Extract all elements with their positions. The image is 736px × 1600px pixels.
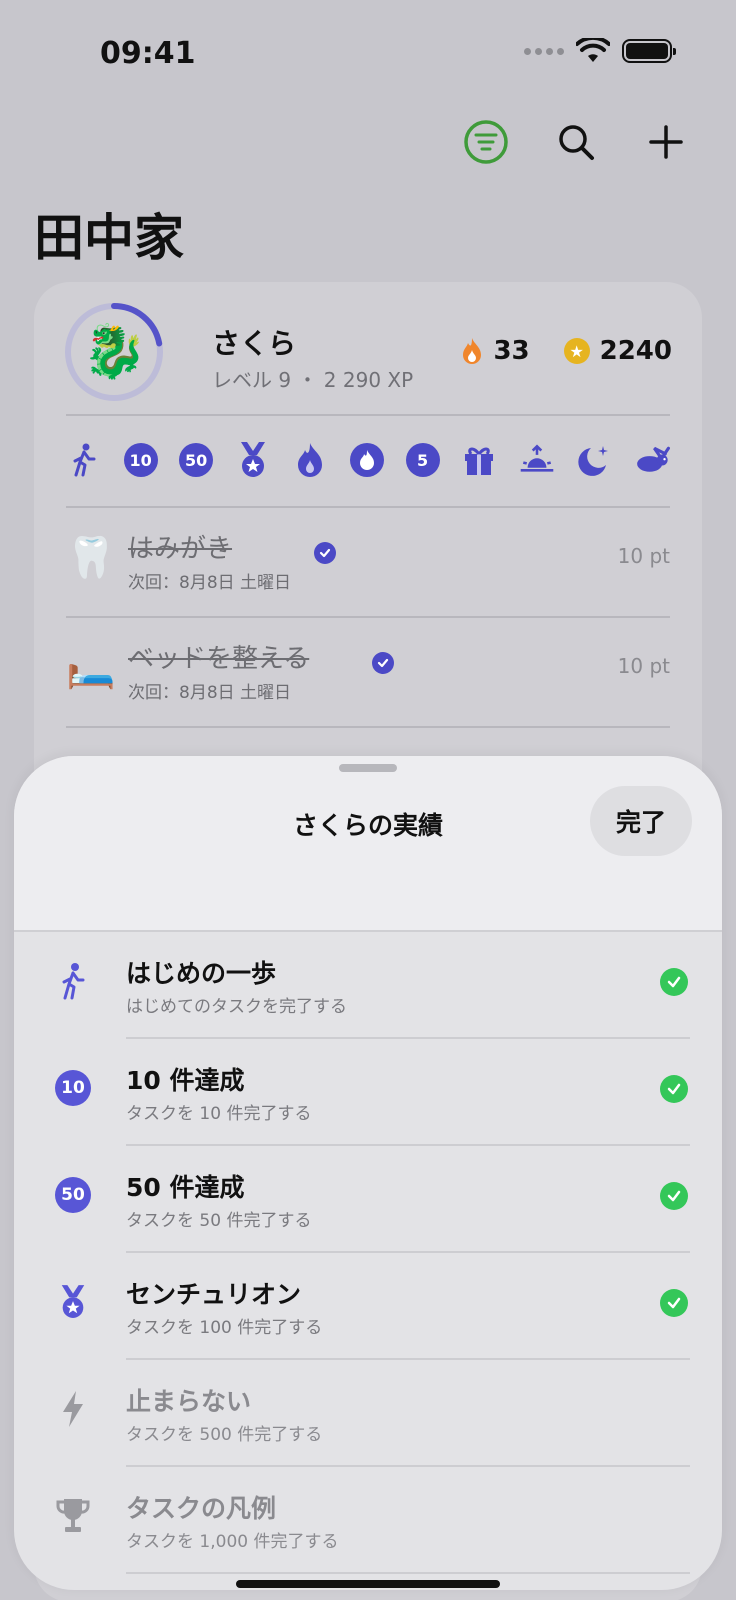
trophy-icon <box>54 1497 92 1535</box>
unlocked-check-icon <box>660 1182 688 1210</box>
unlocked-check-icon <box>660 1075 688 1103</box>
task-points: 10 pt <box>617 544 670 568</box>
achievement-desc: タスクを 10 件完了する <box>126 1104 312 1124</box>
divider <box>66 414 670 416</box>
bolt-icon <box>54 1390 92 1428</box>
achievement-row[interactable]: 50 50 件達成 タスクを 50 件完了する <box>14 1146 722 1253</box>
home-indicator <box>236 1580 500 1588</box>
badge-10: 10 <box>123 443 158 477</box>
streak-count: 33 <box>493 336 530 366</box>
task-emoji: 🦷 <box>66 535 116 581</box>
flame-icon <box>463 338 482 364</box>
achievement-desc: タスクを 50 件完了する <box>126 1211 312 1231</box>
badge-number: 10 <box>55 1070 91 1106</box>
achievement-desc: タスクを 500 件完了する <box>126 1425 323 1445</box>
wifi-icon <box>576 38 610 62</box>
achievement-row[interactable]: はじめの一歩 はじめてのタスクを完了する <box>14 932 722 1039</box>
status-time: 09:41 <box>100 36 196 71</box>
task-next-date: 次回：8月8日 土曜日 <box>128 573 292 593</box>
badge-10-icon: 10 <box>54 1069 92 1107</box>
achievement-title: 50 件達成 <box>126 1173 245 1202</box>
achievement-row[interactable]: 10 10 件達成 タスクを 10 件完了する <box>14 1039 722 1146</box>
divider <box>66 726 670 728</box>
star-coin-icon: ★ <box>563 338 590 364</box>
sheet-grabber[interactable] <box>339 764 397 772</box>
badge-number: 50 <box>55 1177 91 1213</box>
filter-icon <box>464 120 508 164</box>
sunrise-icon <box>519 442 555 478</box>
achievement-desc: タスクを 1,000 件完了する <box>126 1532 339 1552</box>
unlocked-check-icon <box>660 1289 688 1317</box>
hare-icon <box>634 442 670 478</box>
flame-circle-icon <box>349 443 384 477</box>
badge-5: 5 <box>405 443 440 477</box>
unlocked-check-icon <box>660 968 688 996</box>
sheet-header: さくらの実績 完了 <box>14 756 722 932</box>
achievement-row[interactable]: タスクの凡例 タスクを 1,000 件完了する <box>14 1467 722 1574</box>
checkmark-icon <box>314 542 336 564</box>
achievement-title: 10 件達成 <box>126 1066 245 1095</box>
member-name: さくら <box>212 327 297 360</box>
profile-stats: 33 ★ 2240 <box>461 336 672 366</box>
achievement-title: タスクの凡例 <box>126 1494 277 1523</box>
badge-50-icon: 50 <box>54 1176 92 1214</box>
toolbar <box>446 112 706 172</box>
level-text: レベル 9 ・ 2 290 XP <box>212 368 414 392</box>
checkmark-icon <box>372 652 394 674</box>
task-emoji: 🛏️ <box>66 645 116 691</box>
separator <box>126 1572 690 1574</box>
achievement-desc: タスクを 100 件完了する <box>126 1318 323 1338</box>
cellular-signal-icon <box>524 47 564 55</box>
battery-icon <box>622 39 676 63</box>
achievement-title: はじめの一歩 <box>126 959 277 988</box>
flame-badge-icon <box>292 442 328 478</box>
walk-icon <box>66 442 102 478</box>
badge-strip[interactable]: 10 50 5 <box>66 442 670 478</box>
achievement-title: センチュリオン <box>126 1280 302 1309</box>
avatar: 🐉 <box>82 322 147 382</box>
moon-stars-icon <box>576 442 612 478</box>
medal-icon <box>235 442 271 478</box>
task-row[interactable]: 🦷 はみがき 次回：8月8日 土曜日 10 pt <box>66 508 670 616</box>
task-name: ベッドを整える <box>128 644 310 674</box>
task-next-date: 次回：8月8日 土曜日 <box>128 683 292 703</box>
achievement-row[interactable]: 止まらない タスクを 500 件完了する <box>14 1360 722 1467</box>
status-icons <box>524 38 676 64</box>
achievement-title: 止まらない <box>126 1387 252 1416</box>
filter-button[interactable] <box>456 112 516 172</box>
task-row[interactable]: 🛏️ ベッドを整える 次回：8月8日 土曜日 10 pt <box>66 618 670 726</box>
plus-icon <box>649 125 683 159</box>
search-button[interactable] <box>546 112 606 172</box>
add-button[interactable] <box>636 112 696 172</box>
badge-50: 50 <box>179 443 214 477</box>
achievement-desc: はじめてのタスクを完了する <box>126 997 347 1017</box>
gift-icon <box>461 442 497 478</box>
walk-icon <box>54 962 92 1000</box>
achievement-row[interactable]: センチュリオン タスクを 100 件完了する <box>14 1253 722 1360</box>
profile-header[interactable]: 🐉 さくら レベル 9 ・ 2 290 XP 33 ★ 2240 <box>64 302 672 412</box>
search-icon <box>559 125 594 160</box>
page-title: 田中家 <box>34 209 184 267</box>
achievements-sheet: さくらの実績 完了 はじめの一歩 はじめてのタスクを完了する 10 10 件達成… <box>14 756 722 1590</box>
medal-icon <box>54 1283 92 1321</box>
done-button[interactable]: 完了 <box>590 786 692 856</box>
task-name: はみがき <box>128 534 233 564</box>
coin-count: 2240 <box>599 336 672 366</box>
task-points: 10 pt <box>617 654 670 678</box>
